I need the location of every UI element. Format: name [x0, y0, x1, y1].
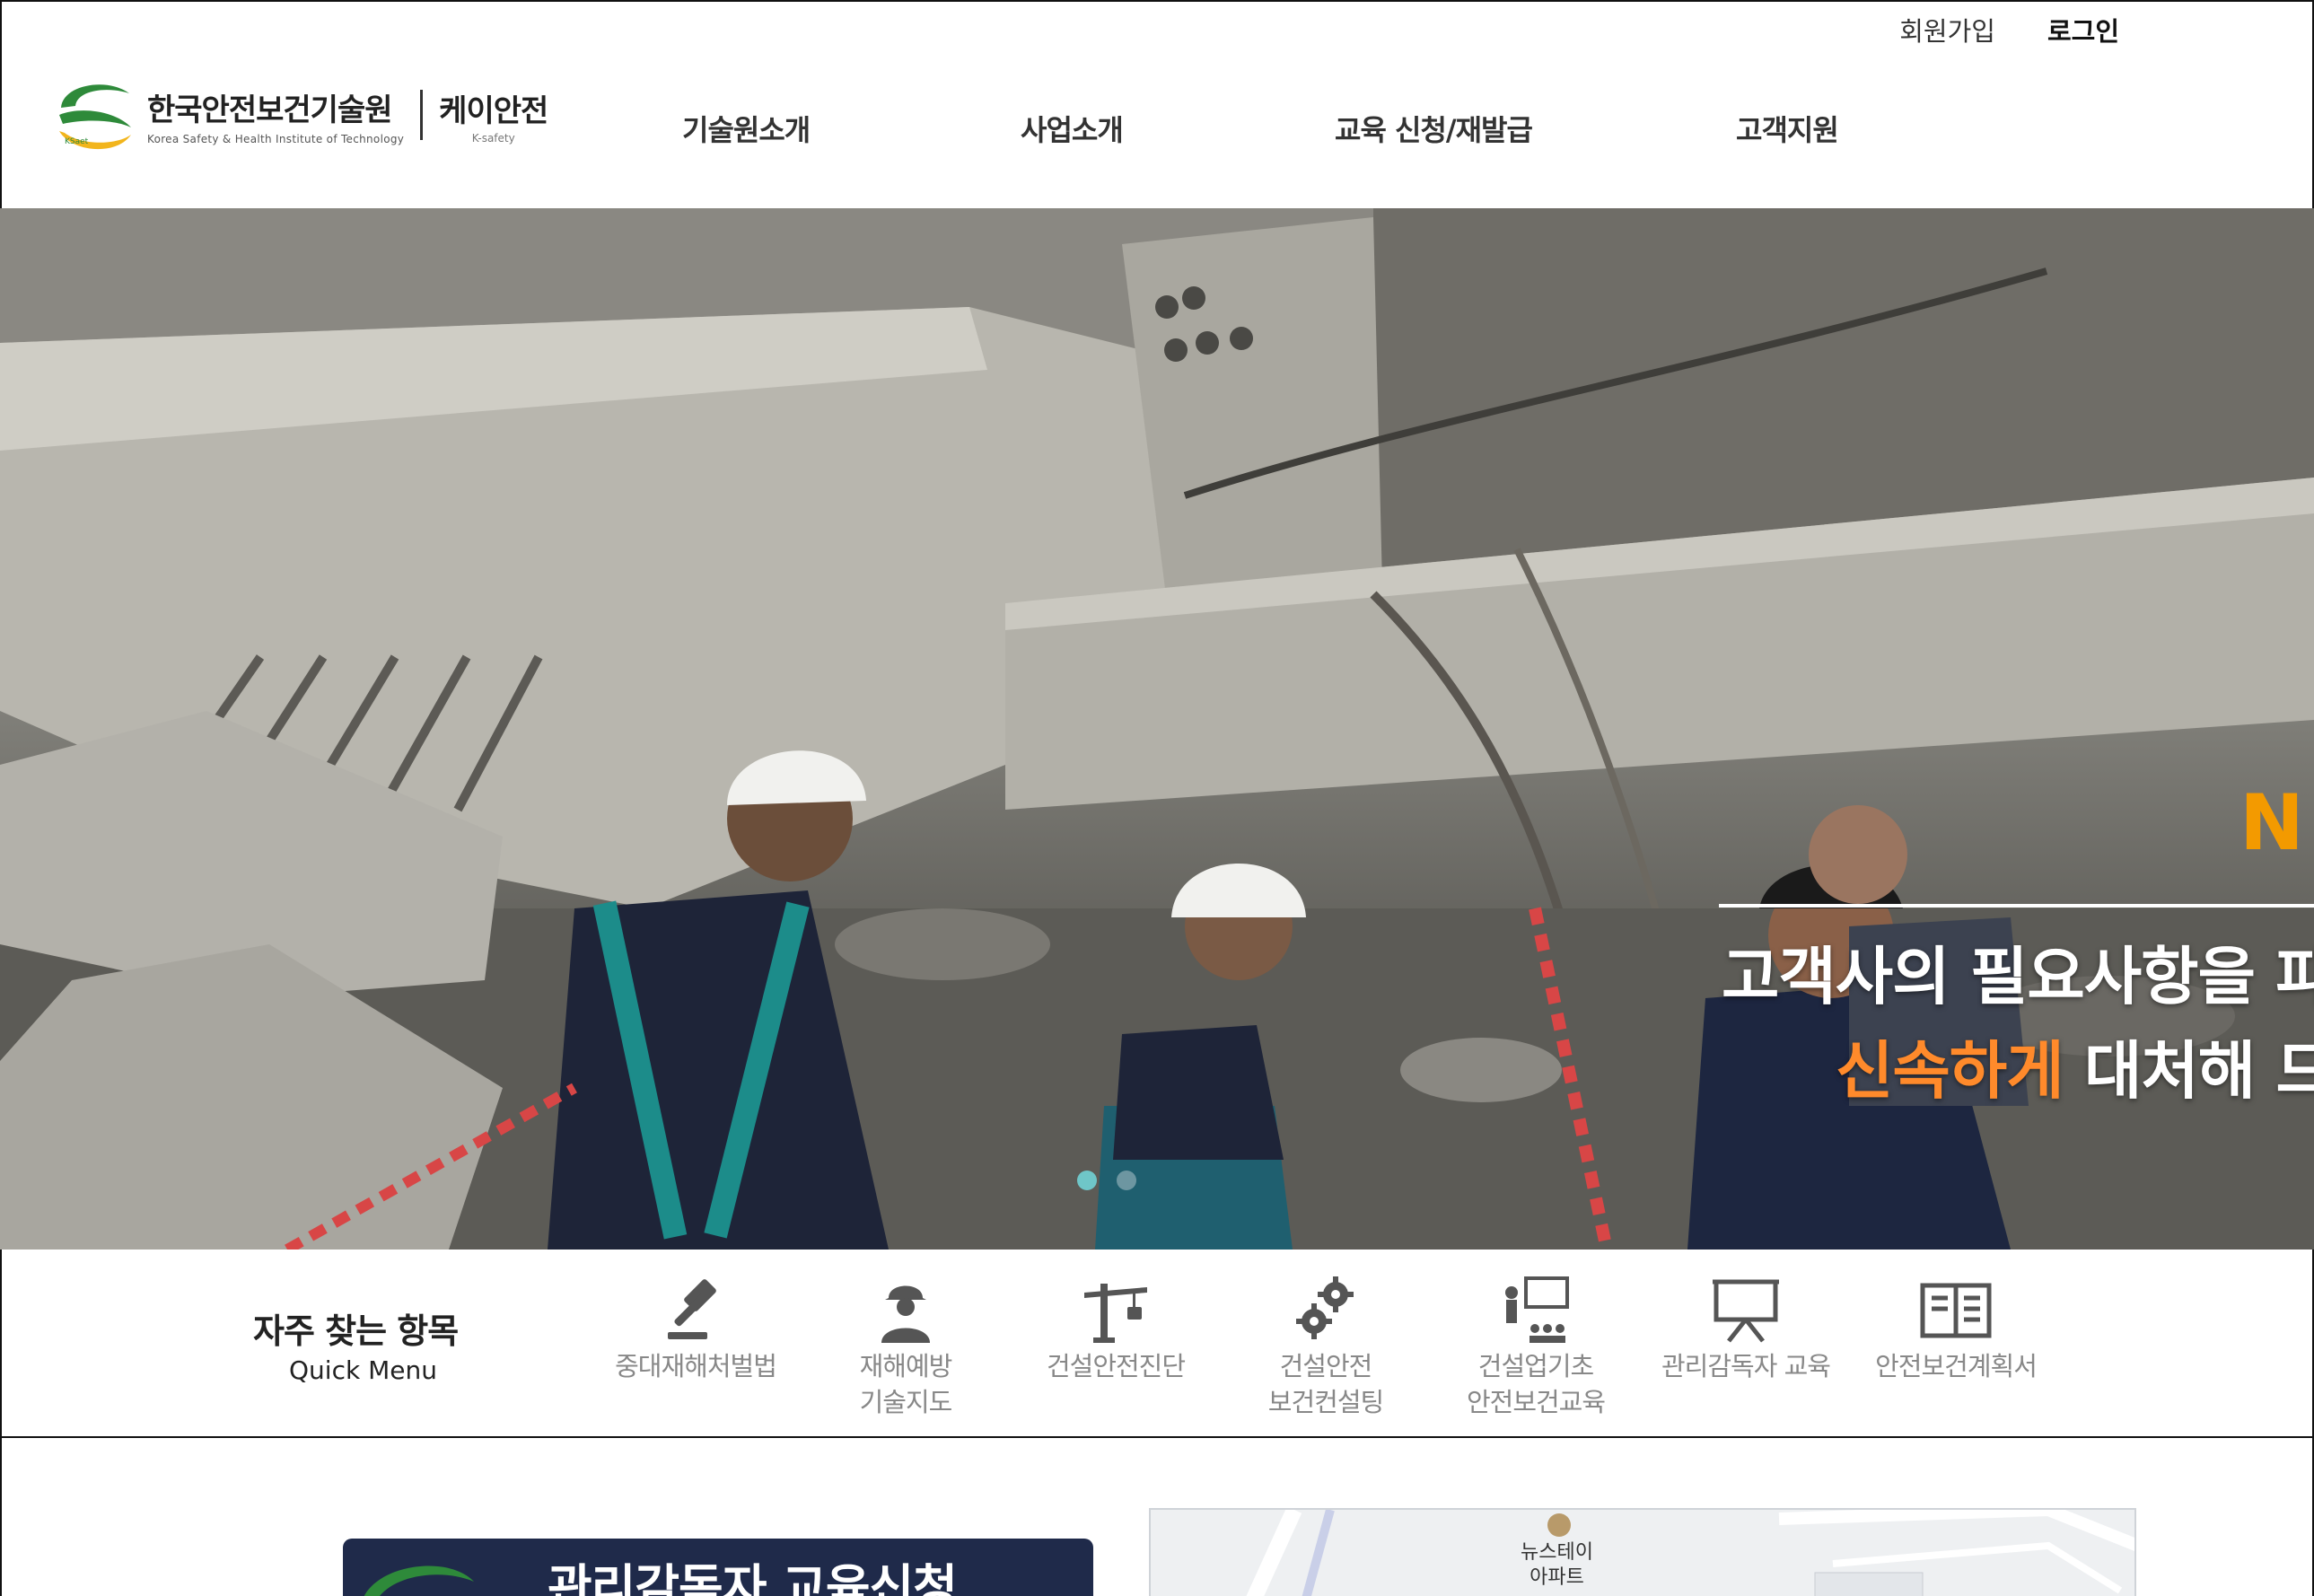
quick-item-label: 재해예방 기술지도: [859, 1351, 953, 1417]
slider-dot-1[interactable]: [1077, 1171, 1097, 1190]
location-map[interactable]: 뉴스테이 아파트: [1149, 1508, 2136, 1596]
nav-item-support[interactable]: 고객지원: [1736, 108, 1839, 149]
quick-item-label: 관리감독자 교육: [1661, 1351, 1831, 1381]
supervisor-education-banner[interactable]: 관리감독자 교육신청: [343, 1539, 1093, 1596]
logo-name-eng: Korea Safety & Health Institute of Techn…: [147, 132, 405, 145]
logo-sub-eng: K-safety: [471, 131, 515, 145]
hero-heading-fragment: N: [2239, 778, 2304, 868]
logo-emblem-icon: [364, 1565, 474, 1596]
slider-pagination: [1077, 1171, 1136, 1190]
lecture-icon: [1505, 1276, 1569, 1343]
nav-item-business[interactable]: 사업소개: [1021, 108, 1124, 149]
quick-item-label: 건설업기초 안전보건교육: [1466, 1351, 1606, 1417]
quick-item-label: 중대재해처벌법: [615, 1351, 777, 1381]
hero-slider[interactable]: N 고객사의 필요사항을 파 신속하게 대처해 드: [0, 208, 2314, 1250]
quick-item-disaster-prevention[interactable]: 재해예방 기술지도: [811, 1275, 1000, 1420]
map-place-label: 뉴스테이 아파트: [1521, 1541, 1593, 1589]
presentation-board-icon: [1713, 1279, 1779, 1343]
svg-text:KSaet: KSaet: [65, 137, 89, 146]
crane-icon: [1084, 1284, 1147, 1343]
quick-item-label: 건설안전 보건컨설팅: [1267, 1351, 1384, 1417]
site-logo[interactable]: KSaet 한국안전보건기술원 Korea Safety & Health In…: [54, 75, 548, 154]
open-book-icon: [1920, 1283, 1992, 1338]
nav-item-about[interactable]: 기술원소개: [682, 108, 811, 149]
quick-item-label: 안전보건계획서: [1875, 1351, 2038, 1381]
quick-item-basic-safety-education[interactable]: 건설업기초 안전보건교육: [1442, 1275, 1630, 1420]
quick-menu-title: 자주 찾는 항목: [253, 1311, 459, 1351]
site-header: 회원가입 로그인 KSaet 한국안전보건기술원 Korea Safety & …: [0, 0, 2314, 208]
logo-divider: [420, 90, 424, 140]
hero-line-2-accent: 신속하게: [1836, 1034, 2064, 1108]
logo-name-kor: 한국안전보건기술원: [147, 92, 393, 128]
hero-divider-line: [1719, 904, 2314, 908]
hero-line-2-rest: 대처해 드: [2063, 1034, 2314, 1108]
gavel-icon: [668, 1279, 716, 1339]
quick-item-serious-accident-law[interactable]: 중대재해처벌법: [601, 1275, 790, 1384]
gears-icon: [1296, 1276, 1354, 1339]
logo-sub-kor: 케이안전: [439, 92, 548, 129]
banner-title: 관리감독자 교육신청: [548, 1559, 958, 1596]
content-section: 관리감독자 교육신청 뉴스테이 아파트: [0, 1438, 2314, 1596]
nav-item-education[interactable]: 교육 신청/재발급: [1335, 108, 1533, 149]
signup-link[interactable]: 회원가입: [1899, 11, 1995, 48]
quick-item-safety-plan[interactable]: 안전보건계획서: [1862, 1275, 2050, 1384]
hero-line-1: 고객사의 필요사항을 파: [1722, 940, 2314, 1013]
hero-line-2: 신속하게 대처해 드: [1836, 1021, 2314, 1111]
quick-menu-subtitle: Quick Menu: [289, 1355, 437, 1385]
worker-icon: [881, 1285, 930, 1343]
quick-item-safety-consulting[interactable]: 건설안전 보건컨설팅: [1232, 1275, 1420, 1420]
logo-emblem-icon: KSaet: [59, 84, 131, 150]
quick-item-construction-safety-diagnosis[interactable]: 건설안전진단: [1021, 1275, 1210, 1384]
quick-menu: 자주 찾는 항목 Quick Menu 중대재해처벌법 재해예방 기술지도 건설…: [0, 1250, 2314, 1438]
utility-links: 회원가입 로그인: [1899, 11, 2119, 48]
map-marker-icon[interactable]: [1547, 1513, 1571, 1537]
login-link[interactable]: 로그인: [2047, 11, 2119, 48]
quick-item-label: 건설안전진단: [1046, 1351, 1186, 1381]
map-roads: [1246, 1510, 2134, 1596]
slider-dot-2[interactable]: [1117, 1171, 1136, 1190]
quick-item-supervisor-education[interactable]: 관리감독자 교육: [1652, 1275, 1840, 1384]
